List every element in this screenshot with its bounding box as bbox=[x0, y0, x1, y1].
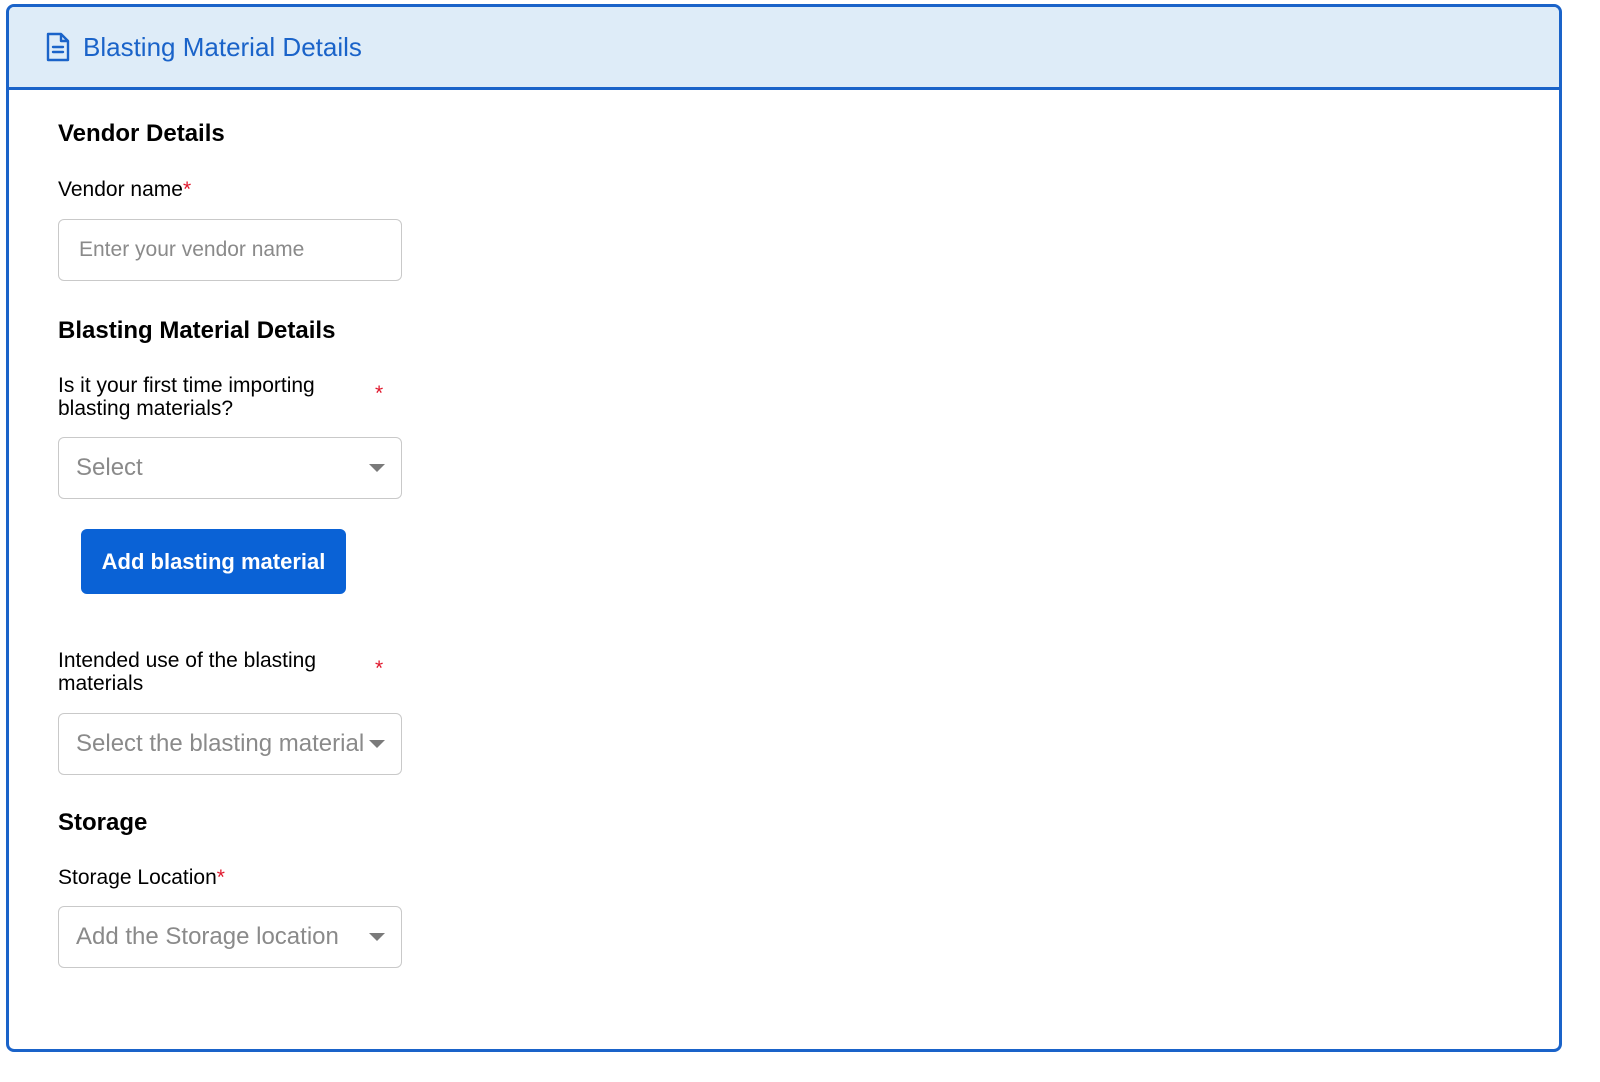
intended-use-label-line2: materials bbox=[58, 672, 144, 695]
page-title: Blasting Material Details bbox=[83, 31, 362, 62]
panel-header: Blasting Material Details bbox=[9, 7, 1559, 90]
intended-use-select-value: Select the blasting materials bbox=[76, 730, 363, 757]
vendor-section-title: Vendor Details bbox=[58, 120, 225, 147]
first-time-select-value: Select bbox=[76, 454, 143, 481]
required-mark: * bbox=[375, 382, 384, 405]
chevron-down-icon bbox=[369, 740, 385, 748]
storage-section-title: Storage bbox=[58, 809, 148, 836]
vendor-name-input[interactable] bbox=[59, 220, 401, 280]
storage-location-label-text: Storage Location bbox=[58, 866, 217, 889]
required-mark: * bbox=[375, 657, 384, 680]
intended-use-label: Intended use of the blasting materials bbox=[58, 649, 316, 695]
first-time-label: Is it your first time importing blasting… bbox=[58, 374, 315, 420]
add-blasting-material-button[interactable]: Add blasting material bbox=[81, 529, 346, 594]
first-time-label-line2: blasting materials? bbox=[58, 397, 234, 420]
document-icon bbox=[45, 31, 73, 63]
blasting-material-panel: Blasting Material Details Vendor Details… bbox=[6, 4, 1562, 1052]
first-time-select[interactable]: Select bbox=[58, 437, 402, 499]
storage-location-label: Storage Location* bbox=[58, 866, 225, 889]
first-time-label-line1: Is it your first time importing bbox=[58, 374, 315, 397]
vendor-name-label-text: Vendor name bbox=[58, 178, 183, 201]
required-mark: * bbox=[216, 866, 225, 889]
material-section-title: Blasting Material Details bbox=[58, 317, 336, 344]
vendor-name-field-box bbox=[58, 219, 402, 281]
storage-location-select[interactable]: Add the Storage location bbox=[58, 906, 402, 968]
chevron-down-icon bbox=[369, 464, 385, 472]
intended-use-select[interactable]: Select the blasting materials bbox=[58, 713, 402, 775]
vendor-name-label: Vendor name* bbox=[58, 178, 191, 201]
chevron-down-icon bbox=[369, 933, 385, 941]
required-mark: * bbox=[182, 178, 192, 201]
intended-use-label-line1: Intended use of the blasting bbox=[58, 649, 317, 672]
storage-location-select-value: Add the Storage location bbox=[76, 923, 339, 950]
